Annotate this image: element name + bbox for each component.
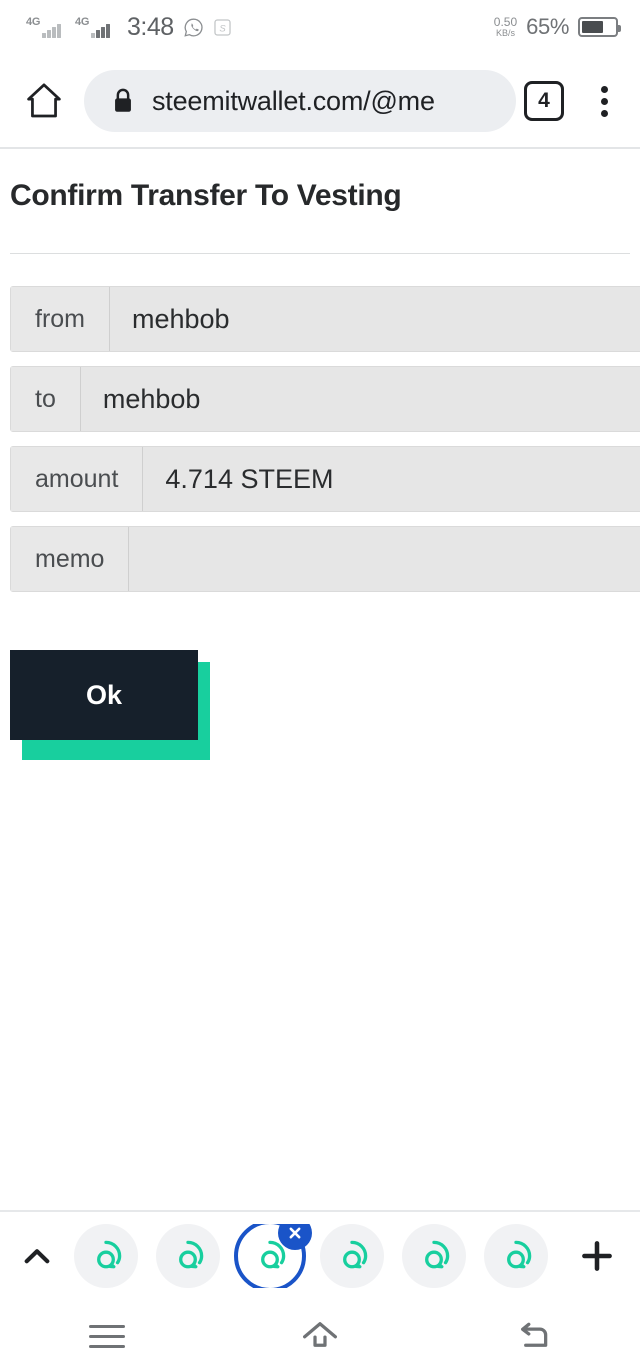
form-row-label: from bbox=[11, 287, 110, 351]
home-button-nav[interactable] bbox=[260, 1313, 380, 1359]
page-content: Confirm Transfer To Vesting from mehbob to… bbox=[0, 149, 640, 1200]
network-type-label-sim1: 4G bbox=[26, 16, 41, 28]
status-bar-left: 4G 4G 3:48 S bbox=[0, 13, 232, 42]
status-bar: 4G 4G 3:48 S 0.50 KB/s 65% bbox=[0, 0, 640, 54]
expand-tabstrip-button[interactable] bbox=[0, 1237, 74, 1275]
tab-item[interactable] bbox=[74, 1224, 138, 1288]
steemit-favicon bbox=[179, 1240, 204, 1269]
transfer-details-form: from mehbob to mehbob amount 4.714 STEEM memo bbox=[0, 286, 640, 592]
form-row-label: to bbox=[11, 367, 81, 431]
steemit-app-icon: S bbox=[214, 18, 231, 36]
home-icon bbox=[27, 83, 61, 118]
battery-percent-label: 65% bbox=[526, 14, 569, 39]
address-bar[interactable]: steemitwallet.com/@me bbox=[84, 70, 516, 132]
lock-icon bbox=[115, 88, 131, 112]
overflow-menu-button[interactable] bbox=[582, 85, 626, 117]
tab-list bbox=[74, 1224, 554, 1288]
network-type-label-sim2: 4G bbox=[75, 16, 90, 28]
form-row: to mehbob bbox=[10, 366, 640, 432]
tab-switcher-button[interactable]: 4 bbox=[524, 81, 564, 121]
form-row-label: memo bbox=[11, 527, 130, 591]
overflow-menu-icon bbox=[600, 85, 608, 93]
chevron-up-icon bbox=[24, 1249, 50, 1264]
form-row: memo bbox=[10, 526, 640, 592]
form-row-value: mehbob bbox=[80, 367, 640, 431]
ok-button-wrapper: Ok bbox=[10, 650, 210, 760]
phone-screen: 4G 4G 3:48 S 0.50 KB/s 65% steemitwallet… bbox=[0, 0, 640, 1372]
whatsapp-icon bbox=[184, 18, 203, 37]
home-icon bbox=[303, 1322, 337, 1347]
form-row-value bbox=[129, 527, 640, 591]
ok-button[interactable]: Ok bbox=[10, 650, 198, 740]
tab-item[interactable] bbox=[320, 1224, 384, 1288]
close-icon bbox=[289, 1227, 301, 1239]
data-speed-indicator: 0.50 KB/s bbox=[494, 16, 517, 37]
form-row: from mehbob bbox=[10, 286, 640, 352]
form-row-value: 4.714 STEEM bbox=[143, 447, 640, 511]
status-bar-clock: 3:48 bbox=[127, 12, 174, 41]
form-row-label: amount bbox=[11, 447, 144, 511]
recents-button[interactable] bbox=[47, 1324, 167, 1348]
steemit-favicon bbox=[507, 1240, 532, 1269]
signal-strength-sim2-icon: 4G bbox=[75, 16, 115, 38]
overflow-menu-icon-dot bbox=[600, 97, 608, 105]
back-button[interactable] bbox=[473, 1313, 593, 1359]
svg-text:S: S bbox=[219, 23, 226, 34]
overflow-menu-icon-dot bbox=[600, 109, 608, 117]
tab-item[interactable] bbox=[402, 1224, 466, 1288]
battery-icon bbox=[578, 17, 621, 37]
tab-item[interactable] bbox=[484, 1224, 548, 1288]
address-bar-url: steemitwallet.com/@me bbox=[152, 85, 435, 116]
tab-item[interactable] bbox=[156, 1224, 220, 1288]
home-button[interactable] bbox=[16, 79, 72, 123]
signal-strength-sim1-icon: 4G bbox=[26, 16, 66, 38]
recents-icon bbox=[88, 1324, 125, 1348]
page-title: Confirm Transfer To Vesting bbox=[10, 179, 402, 212]
form-row: amount 4.714 STEEM bbox=[10, 446, 640, 512]
new-tab-button[interactable] bbox=[554, 1235, 640, 1277]
form-row-value: mehbob bbox=[110, 287, 640, 351]
steemit-favicon bbox=[97, 1240, 122, 1269]
data-speed-value: 0.50 bbox=[493, 15, 518, 30]
back-icon bbox=[521, 1322, 548, 1347]
android-navigation-bar bbox=[0, 1300, 640, 1372]
plus-icon bbox=[582, 1241, 612, 1271]
title-divider bbox=[10, 253, 630, 254]
tab-strip bbox=[0, 1212, 640, 1300]
data-speed-unit: KB/s bbox=[495, 27, 515, 38]
status-bar-right: 0.50 KB/s 65% bbox=[494, 14, 640, 40]
tab-item-selected[interactable] bbox=[234, 1224, 312, 1288]
steemit-favicon bbox=[425, 1240, 450, 1269]
browser-toolbar: steemitwallet.com/@me 4 bbox=[0, 54, 640, 148]
steemit-favicon bbox=[343, 1240, 368, 1269]
